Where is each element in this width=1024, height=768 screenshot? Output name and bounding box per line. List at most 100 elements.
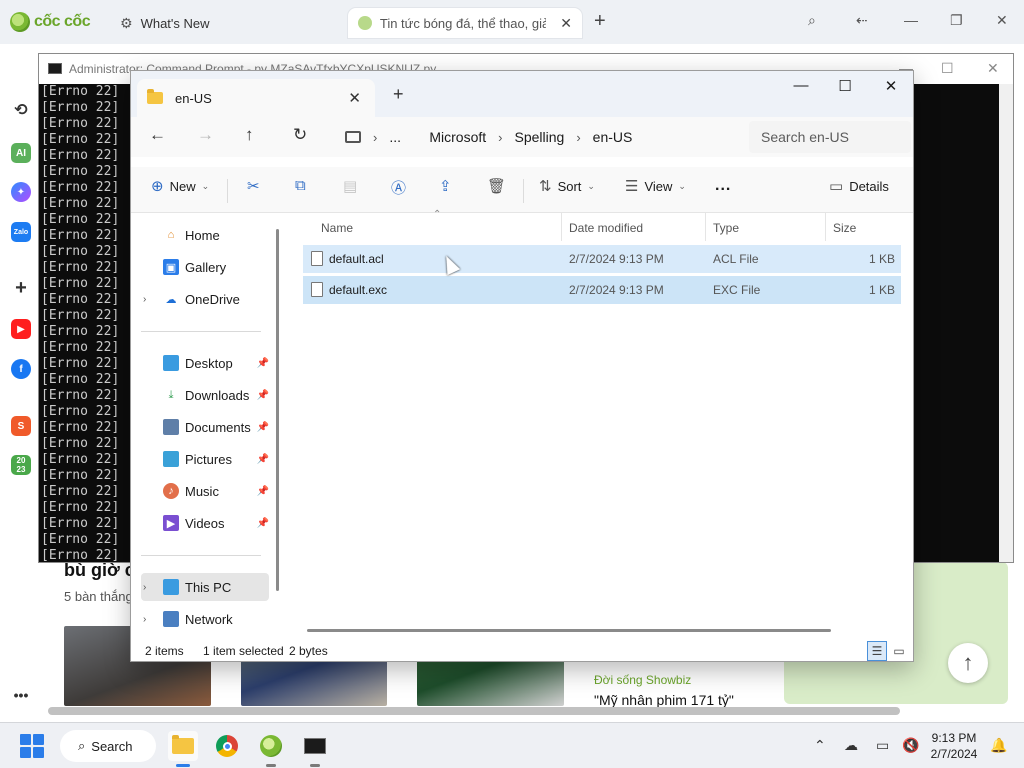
ai-icon[interactable]: AI [11,143,31,163]
minimize-button[interactable]: — [904,12,918,28]
close-button[interactable]: ✕ [871,77,911,95]
breadcrumb-overflow[interactable]: ... [389,129,401,145]
chevron-right-icon[interactable]: › [373,130,377,145]
chevron-right-icon[interactable]: › [143,582,146,593]
browser-horizontal-scrollbar[interactable] [48,707,900,715]
breadcrumb-spelling[interactable]: Spelling [515,129,565,145]
nav-item-home[interactable]: ⌂ Home [141,221,269,249]
column-header-date[interactable]: Date modified [569,221,643,235]
cmd-scrollbar[interactable] [999,84,1013,562]
add-icon[interactable]: + [11,277,31,299]
copy-button[interactable]: ⧉ [295,177,306,194]
column-divider[interactable] [705,213,706,241]
restore-button[interactable]: ❐ [950,12,963,29]
chevron-right-icon[interactable]: › [498,130,502,145]
address-bar[interactable]: › ... › Microsoft › Spelling › en-US [331,121,733,153]
more-icon[interactable]: ••• [11,685,31,705]
news-title[interactable]: "Mỹ nhân phim 171 tỷ" [594,692,734,708]
nav-item-desktop[interactable]: Desktop 📌 [141,349,269,377]
delete-button[interactable]: 🗑 [487,177,506,195]
pin-icon[interactable]: 📌 [257,358,269,369]
pin-icon[interactable]: 📌 [257,454,269,465]
nav-item-onedrive[interactable]: › ☁ OneDrive [141,285,269,313]
nav-item-gallery[interactable]: ▣ Gallery [141,253,269,281]
breadcrumb-microsoft[interactable]: Microsoft [429,129,486,145]
back-arrow-icon[interactable]: ← [149,125,166,145]
taskbar-file-explorer[interactable] [168,731,198,767]
refresh-icon[interactable]: ↻ [293,125,307,145]
chevron-up-icon[interactable]: ⌃ [814,737,826,754]
volume-icon[interactable]: 🔇 [902,737,919,754]
new-tab-button[interactable]: + [393,84,404,105]
shopee-icon[interactable]: S [11,416,31,436]
chevron-right-icon[interactable]: › [143,294,146,305]
close-icon[interactable]: ✕ [560,15,572,32]
browser-tab-whats-new[interactable]: ⚙ What's New [110,8,220,38]
nav-item-pictures[interactable]: Pictures 📌 [141,445,269,473]
cut-button[interactable]: ✂ [247,177,260,195]
search-input[interactable]: Search en-US [749,121,911,153]
youtube-icon[interactable]: ▶ [11,319,31,339]
nav-pane-scrollbar[interactable] [276,229,279,591]
sort-button[interactable]: ⇅ Sort ⌄ [539,177,595,195]
nav-item-music[interactable]: ♪ Music 📌 [141,477,269,505]
system-clock[interactable]: 9:13 PM 2/7/2024 [918,730,990,762]
view-button[interactable]: ☰ View ⌄ [625,177,686,195]
forward-arrow-icon[interactable]: → [197,125,214,145]
pin-icon[interactable]: 📌 [257,518,269,529]
browser-tab-news[interactable]: Tin tức bóng đá, thể thao, giả ✕ [348,8,582,38]
details-view-icon[interactable]: ☰ [867,641,887,661]
file-row[interactable]: default.exc 2/7/2024 9:13 PM EXC File 1 … [303,276,901,304]
start-button[interactable] [20,734,44,758]
tab-search-icon[interactable]: ⌕ [808,12,816,29]
nav-item-network[interactable]: › Network [141,605,269,633]
news-category[interactable]: Đời sống Showbiz [594,673,691,687]
chevron-right-icon[interactable]: › [576,130,580,145]
calendar-2023-icon[interactable]: 20 23 [11,455,31,475]
close-button[interactable]: ✕ [996,12,1008,29]
history-icon[interactable]: ⟲ [11,100,31,120]
taskbar-terminal[interactable] [300,731,330,767]
rename-button[interactable]: Ⓐ [391,177,406,198]
pin-icon[interactable]: 📌 [257,486,269,497]
onedrive-offline-icon[interactable]: ☁ [844,737,858,754]
up-arrow-icon[interactable]: ↑ [245,125,254,145]
close-tab-icon[interactable]: ✕ [348,89,361,107]
paste-button[interactable]: ▤ [343,177,357,195]
share-button[interactable]: ⇪ [439,177,452,195]
facebook-icon[interactable]: f [11,359,31,379]
pin-icon[interactable]: 📌 [257,422,269,433]
maximize-button[interactable]: ☐ [825,77,865,95]
nav-item-downloads[interactable]: ⤓ Downloads 📌 [141,381,269,409]
column-header-type[interactable]: Type [713,221,739,235]
column-header-size[interactable]: Size [833,221,856,235]
taskbar-chrome[interactable] [212,731,242,761]
network-icon[interactable]: ▭ [876,737,889,754]
maximize-button[interactable]: ☐ [941,60,954,77]
nav-item-this-pc[interactable]: › This PC [141,573,269,601]
more-options-button[interactable]: ... [715,177,731,195]
chevron-right-icon[interactable]: › [143,614,146,625]
close-button[interactable]: ✕ [987,60,999,77]
file-list-horizontal-scrollbar[interactable] [307,629,831,632]
nav-item-videos[interactable]: ▶ Videos 📌 [141,509,269,537]
messenger-icon[interactable]: ✦ [11,182,31,202]
coccoc-logo[interactable]: cốc cốc [10,9,100,35]
nav-item-documents[interactable]: Documents 📌 [141,413,269,441]
column-divider[interactable] [825,213,826,241]
column-header-name[interactable]: Name [321,221,353,235]
pin-icon[interactable]: 📌 [257,390,269,401]
zalo-icon[interactable]: Zalo [11,222,31,242]
column-divider[interactable] [561,213,562,241]
new-button[interactable]: ⊕ New ⌄ [151,177,209,195]
taskbar-search[interactable]: ⌕ Search [60,730,156,762]
explorer-tab[interactable]: en-US ✕ [137,79,375,117]
new-tab-button[interactable]: + [594,10,606,33]
minimize-button[interactable]: — [781,77,821,94]
file-row[interactable]: default.acl 2/7/2024 9:13 PM ACL File 1 … [303,245,901,273]
notification-bell-icon[interactable]: 🔔 [990,737,1007,754]
breadcrumb-en-us[interactable]: en-US [593,129,633,145]
details-button[interactable]: ▭ Details [829,177,889,195]
scroll-to-top-button[interactable]: ↑ [948,643,988,683]
tiles-view-icon[interactable]: ▭ [889,641,909,661]
